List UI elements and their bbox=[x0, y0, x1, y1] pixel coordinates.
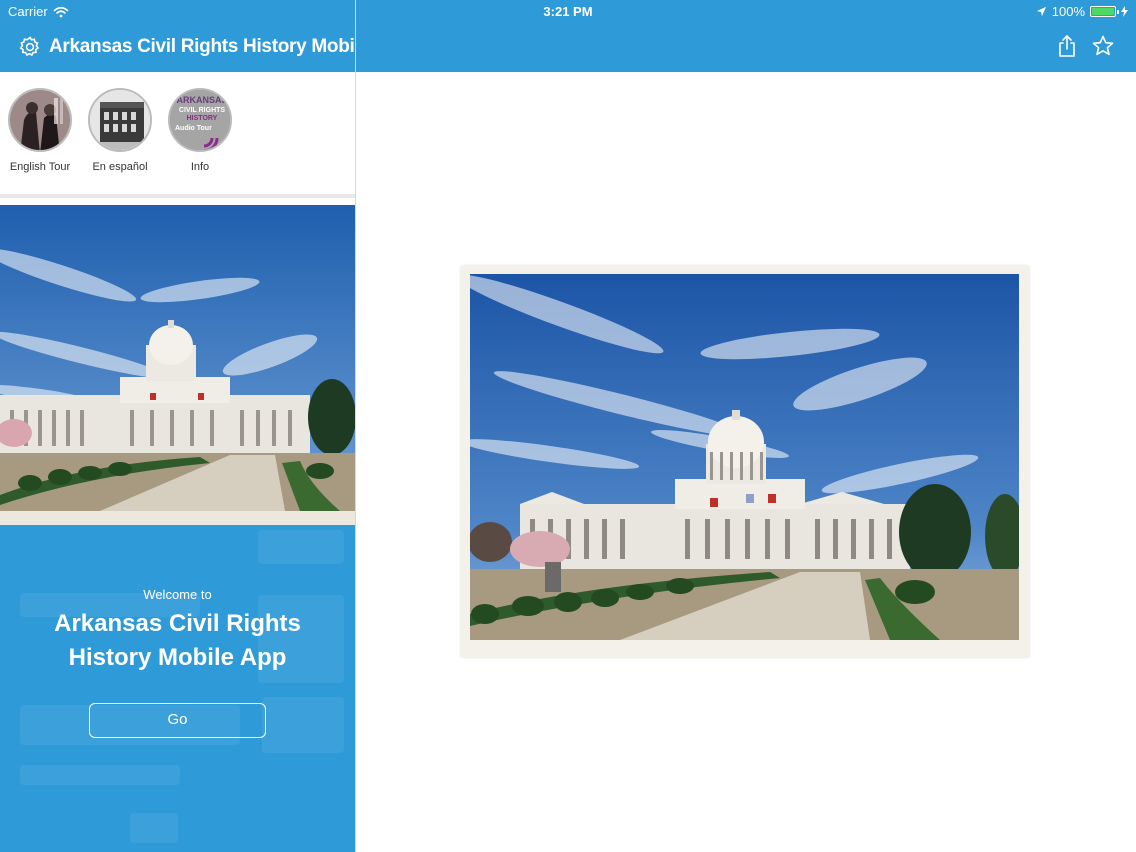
share-icon[interactable] bbox=[1055, 34, 1079, 58]
capitol-hero-image bbox=[0, 205, 355, 511]
tour-label: English Tour bbox=[9, 161, 71, 173]
tour-spanish[interactable]: En español bbox=[80, 88, 160, 173]
tour-english[interactable]: English Tour bbox=[0, 88, 80, 173]
gear-icon[interactable] bbox=[18, 35, 42, 59]
status-right: 100% bbox=[1036, 4, 1128, 19]
welcome-panel: Welcome to Arkansas Civil Rights History… bbox=[0, 525, 355, 852]
battery-icon bbox=[1090, 6, 1119, 17]
charging-bolt-icon bbox=[1121, 6, 1128, 17]
spanish-tour-thumbnail bbox=[88, 88, 152, 152]
go-button[interactable]: Go bbox=[89, 703, 266, 738]
background-ghost-button bbox=[130, 813, 178, 843]
badge-line: HISTORY bbox=[187, 115, 218, 122]
badge-line: Audio Tour bbox=[175, 125, 212, 132]
battery-percent: 100% bbox=[1051, 4, 1085, 19]
info-thumbnail: ARKANSAS CIVIL RIGHTS HISTORY Audio Tour bbox=[168, 88, 232, 152]
status-bar: Carrier 3:21 PM 100% bbox=[0, 0, 1136, 24]
background-ghost-thumbnail bbox=[258, 530, 344, 564]
tour-label: Info bbox=[190, 161, 210, 173]
tour-info[interactable]: ARKANSAS CIVIL RIGHTS HISTORY Audio Tour… bbox=[160, 88, 240, 173]
app-screen: Arkansas Civil Rights History Mobile App bbox=[0, 0, 1136, 852]
tour-label: En español bbox=[92, 161, 148, 173]
capitol-photo bbox=[470, 274, 1019, 640]
capitol-photo-frame bbox=[461, 266, 1029, 657]
audio-tour-badge: ARKANSAS CIVIL RIGHTS HISTORY Audio Tour bbox=[170, 90, 230, 150]
badge-line: CIVIL RIGHTS bbox=[179, 107, 225, 114]
detail-panel bbox=[355, 0, 1136, 852]
background-ghost-text bbox=[20, 765, 180, 785]
app-title: Arkansas Civil Rights History Mobile App bbox=[49, 36, 355, 57]
welcome-title: Arkansas Civil Rights History Mobile App bbox=[54, 610, 301, 671]
image-border-strip bbox=[0, 511, 355, 525]
tour-selector: English Tour En español ARKANSAS CIVIL R… bbox=[0, 72, 355, 198]
location-arrow-icon bbox=[1036, 6, 1046, 17]
clock: 3:21 PM bbox=[543, 4, 593, 19]
master-panel: Arkansas Civil Rights History Mobile App bbox=[0, 0, 355, 852]
star-icon[interactable] bbox=[1091, 34, 1115, 58]
badge-line: ARKANSAS bbox=[176, 95, 227, 105]
background-ghost-thumbnail bbox=[262, 697, 344, 753]
welcome-intro: Welcome to bbox=[143, 587, 212, 602]
english-tour-thumbnail bbox=[8, 88, 72, 152]
